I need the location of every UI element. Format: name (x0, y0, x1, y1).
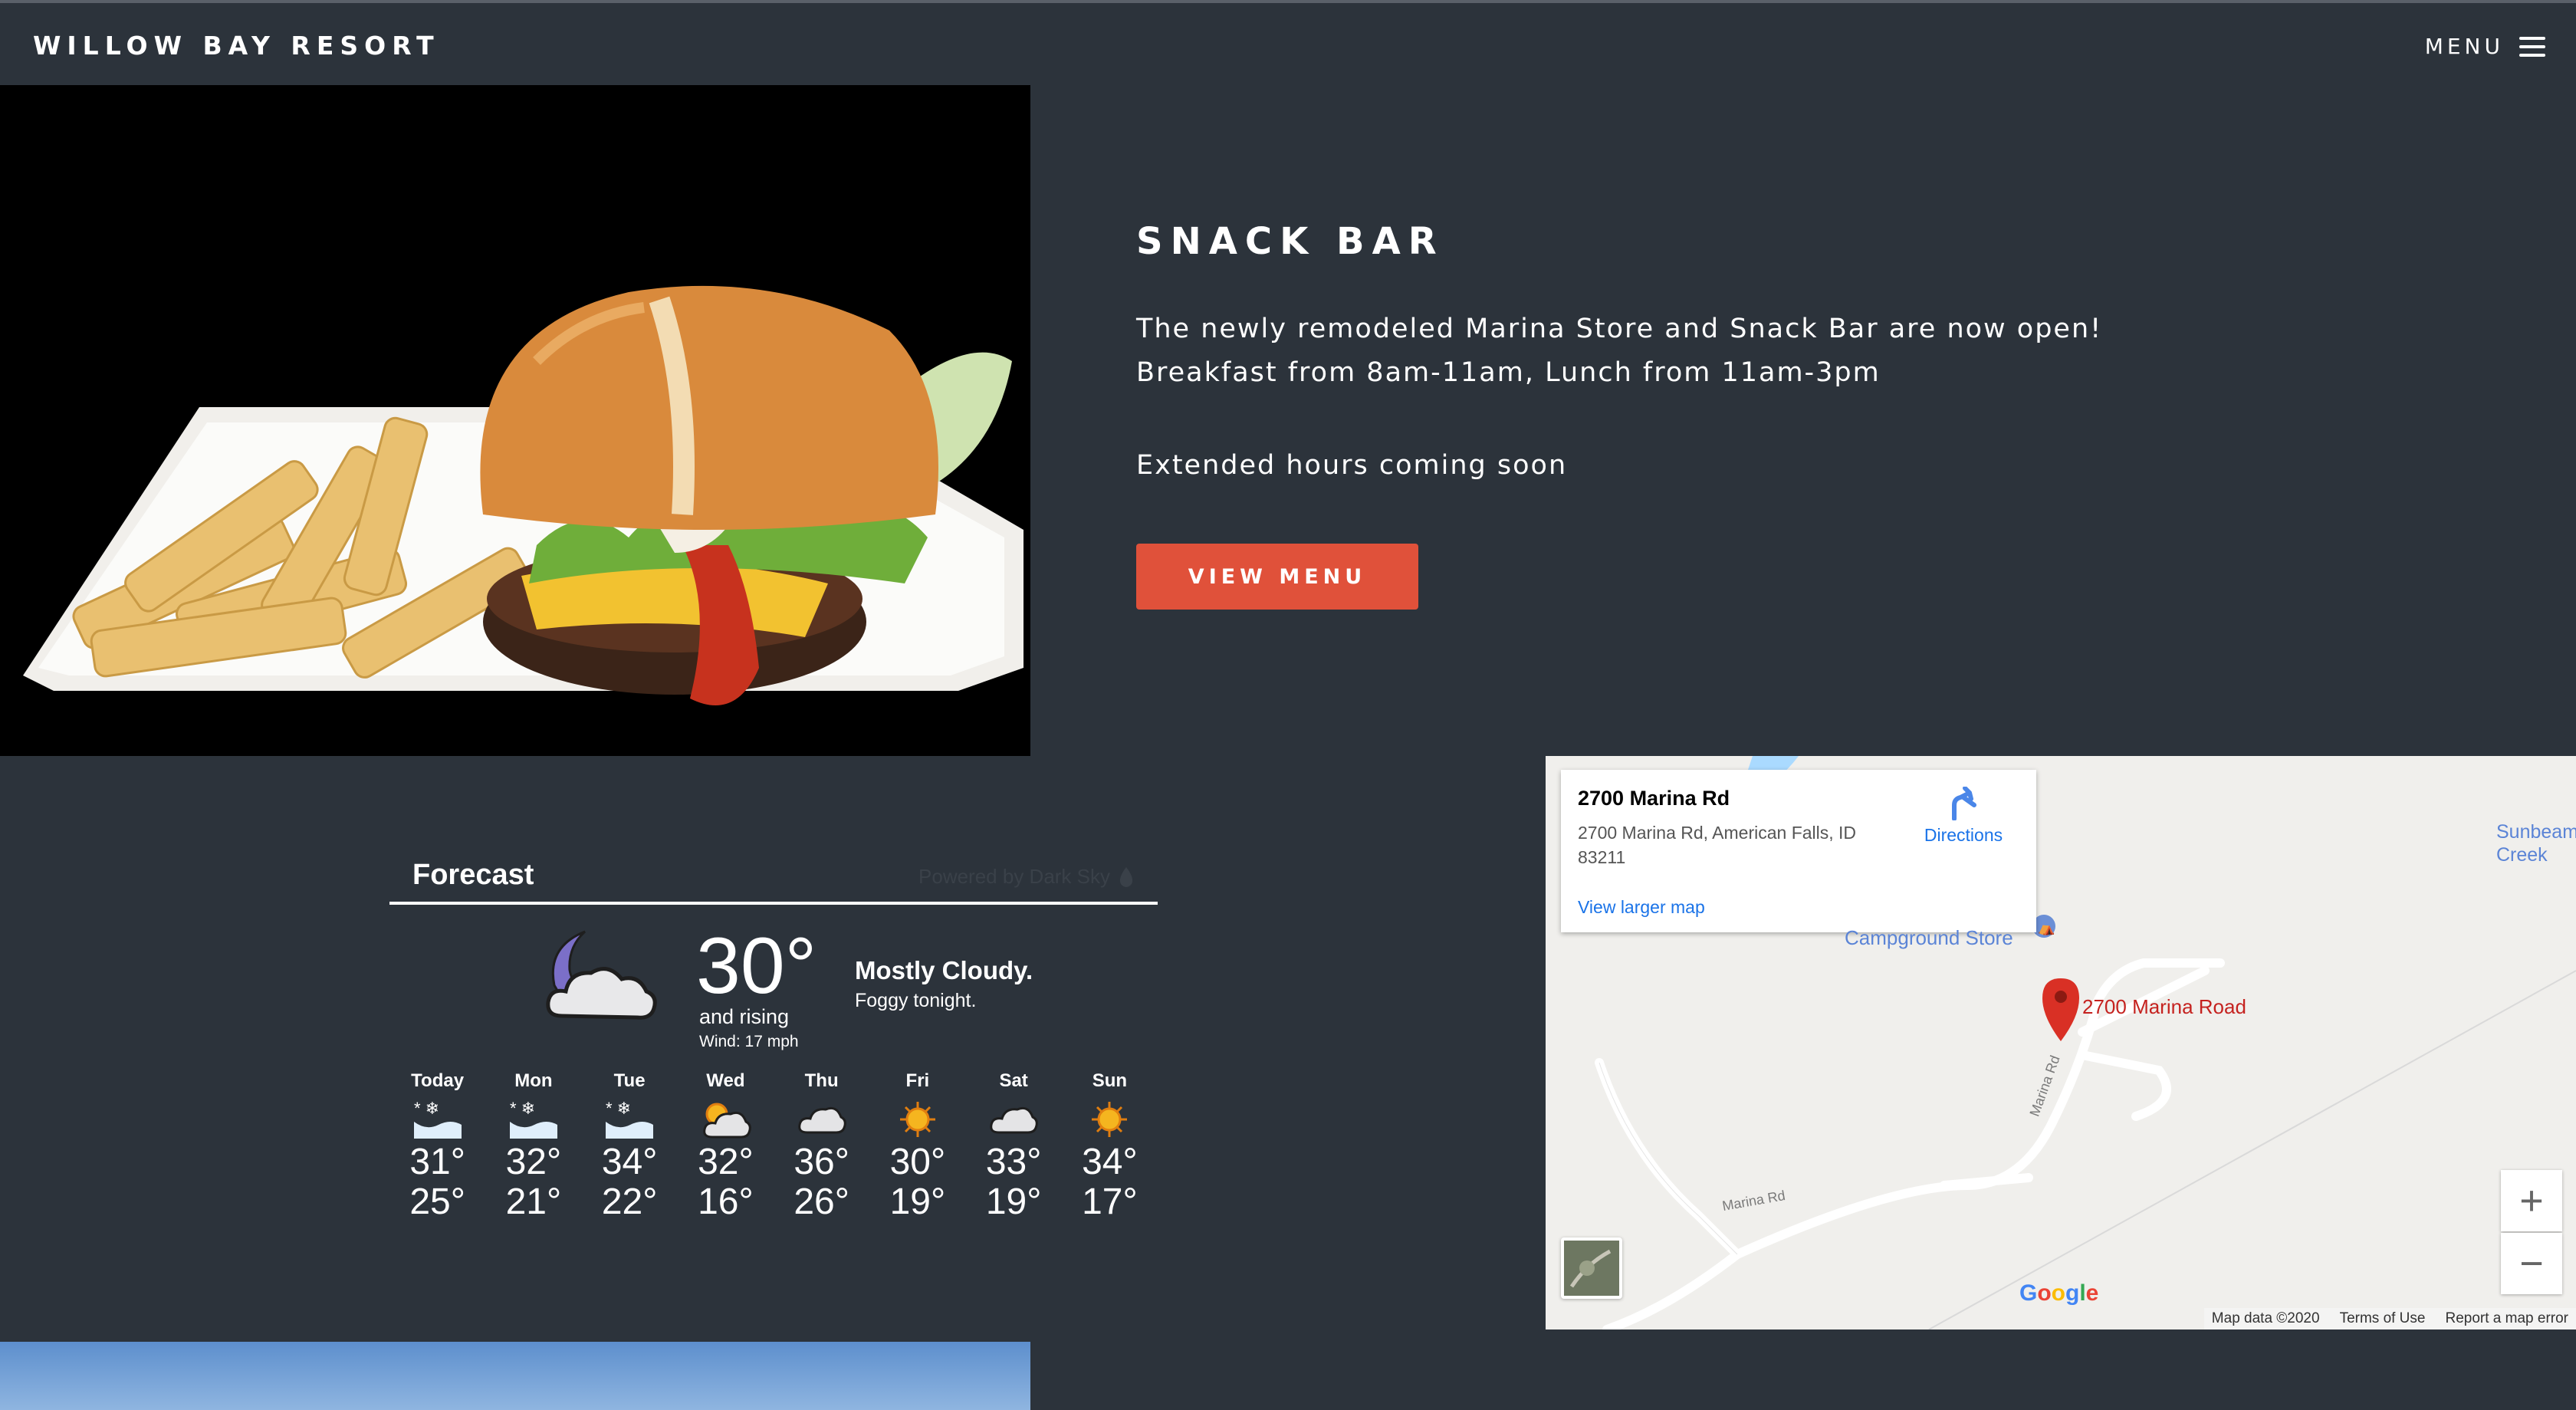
temperature-trend: and rising (699, 1005, 790, 1028)
map-card-address: 2700 Marina Rd, American Falls, ID 83211 (1578, 823, 1857, 867)
day-name: Sun (1092, 1070, 1128, 1091)
sunbeam-creek-label[interactable]: Sunbeam Creek (2496, 820, 2576, 866)
cloudy-icon (966, 1096, 1062, 1142)
description-line-2: Breakfast from 8am-11am, Lunch from 11am… (1136, 357, 1881, 388)
day-low: 21° (505, 1182, 562, 1222)
snack-bar-section: SNACK BAR The newly remodeled Marina Sto… (1030, 85, 2576, 756)
day-forecast: Fri 30° 19° (869, 1070, 965, 1222)
current-temperature: 30° (696, 922, 817, 1011)
forecast-credit[interactable]: Powered by Dark Sky (918, 865, 1135, 889)
view-menu-button[interactable]: VIEW MENU (1136, 544, 1418, 610)
day-name: Mon (514, 1070, 553, 1091)
day-forecast: Sat 33° 19° (966, 1070, 1062, 1222)
day-name: Thu (804, 1070, 839, 1091)
description-line-1: The newly remodeled Marina Store and Sna… (1136, 314, 2103, 344)
next-section-photo (0, 1342, 1030, 1410)
day-name: Today (411, 1070, 465, 1091)
current-conditions: 30° and rising Wind: 17 mph Mostly Cloud… (531, 924, 1145, 1062)
current-summary: Mostly Cloudy. (855, 956, 1033, 984)
campground-store-label[interactable]: Campground Store (1845, 926, 2013, 950)
dark-sky-icon (1119, 866, 1133, 887)
satellite-toggle-button[interactable] (1561, 1237, 1622, 1299)
day-forecast: Today * ❄ 31° 25° (389, 1070, 485, 1222)
svg-text:* ❄: * ❄ (414, 1099, 439, 1118)
day-high: 34° (601, 1142, 658, 1182)
map-footer: Map data ©2020 Terms of Use Report a map… (2203, 1308, 2576, 1329)
forecast-widget: Forecast Powered by Dark Sky 30° and ris… (389, 843, 1158, 1242)
menu-label: MENU (2424, 34, 2504, 59)
daily-forecast: Today * ❄ 31° 25° Mon * ❄ 32° 21° Tue * … (389, 1070, 1158, 1222)
credit-text: Powered by Dark Sky (918, 865, 1110, 888)
day-high: 32° (698, 1142, 754, 1182)
page: WILLOW BAY RESORT MENU SNACK BAR The new… (0, 0, 2576, 1410)
day-forecast: Tue * ❄ 34° 22° (582, 1070, 678, 1222)
directions-label: Directions (1924, 825, 2003, 845)
hamburger-icon (2519, 36, 2545, 57)
day-low: 17° (1082, 1182, 1138, 1222)
day-high: 33° (985, 1142, 1042, 1182)
day-forecast: Wed 32° 16° (678, 1070, 774, 1222)
day-low: 26° (794, 1182, 849, 1222)
section-title: SNACK BAR (1136, 220, 1444, 263)
day-high: 31° (409, 1142, 465, 1182)
svg-text:* ❄: * ❄ (510, 1099, 535, 1118)
menu-button[interactable]: MENU (2425, 34, 2545, 59)
report-error-link[interactable]: Report a map error (2445, 1310, 2568, 1327)
zoom-out-button[interactable]: − (2501, 1233, 2562, 1294)
top-nav: WILLOW BAY RESORT MENU (0, 0, 2576, 85)
partly-cloudy-night-icon (531, 924, 662, 1031)
zoom-in-button[interactable]: + (2501, 1170, 2562, 1231)
day-high: 34° (1082, 1142, 1138, 1182)
svg-text:⛺: ⛺ (2038, 920, 2055, 936)
map-card-title: 2700 Marina Rd (1578, 787, 1730, 810)
snack-bar-photo (0, 85, 1030, 756)
terms-link[interactable]: Terms of Use (2340, 1310, 2426, 1327)
day-name: Wed (706, 1070, 745, 1091)
view-larger-map-link[interactable]: View larger map (1578, 897, 1705, 918)
day-low: 19° (889, 1182, 946, 1222)
day-low: 19° (985, 1182, 1042, 1222)
current-detail: Foggy tonight. (855, 990, 977, 1011)
day-low: 16° (698, 1182, 754, 1222)
day-low: 25° (409, 1182, 465, 1222)
location-map[interactable]: ⛺ 2700 Marina Rd 2700 Marina Rd, America… (1546, 756, 2576, 1329)
day-name: Sat (999, 1070, 1028, 1091)
directions-button[interactable]: Directions (1906, 786, 2021, 846)
cloudy-icon (774, 1096, 869, 1142)
forecast-title: Forecast (412, 859, 534, 891)
pin-label[interactable]: 2700 Marina Road (2082, 995, 2246, 1019)
svg-text:* ❄: * ❄ (606, 1099, 631, 1118)
directions-icon (1952, 786, 1976, 821)
day-name: Tue (613, 1070, 646, 1091)
day-low: 22° (601, 1182, 658, 1222)
snow-icon: * ❄ (582, 1096, 678, 1142)
partly-cloudy-day-icon (678, 1096, 774, 1142)
google-logo: Google (2019, 1280, 2099, 1306)
day-name: Fri (905, 1070, 930, 1091)
day-forecast: Thu 36° 26° (774, 1070, 869, 1222)
snow-icon: * ❄ (485, 1096, 581, 1142)
day-high: 30° (889, 1142, 946, 1182)
day-forecast: Mon * ❄ 32° 21° (485, 1070, 581, 1222)
section-description: The newly remodeled Marina Store and Sna… (1136, 307, 2286, 395)
wind-speed: Wind: 17 mph (699, 1033, 799, 1050)
forecast-header: Forecast Powered by Dark Sky (389, 843, 1158, 905)
sunny-icon (869, 1096, 965, 1142)
sunny-icon (1062, 1096, 1158, 1142)
snow-icon: * ❄ (389, 1096, 485, 1142)
brand-logo[interactable]: WILLOW BAY RESORT (33, 31, 440, 61)
day-high: 36° (794, 1142, 849, 1182)
day-high: 32° (505, 1142, 562, 1182)
map-info-card: 2700 Marina Rd 2700 Marina Rd, American … (1561, 770, 2036, 932)
map-data-text: Map data ©2020 (2211, 1310, 2320, 1326)
day-forecast: Sun 34° 17° (1062, 1070, 1158, 1222)
extended-hours-text: Extended hours coming soon (1136, 450, 1568, 481)
